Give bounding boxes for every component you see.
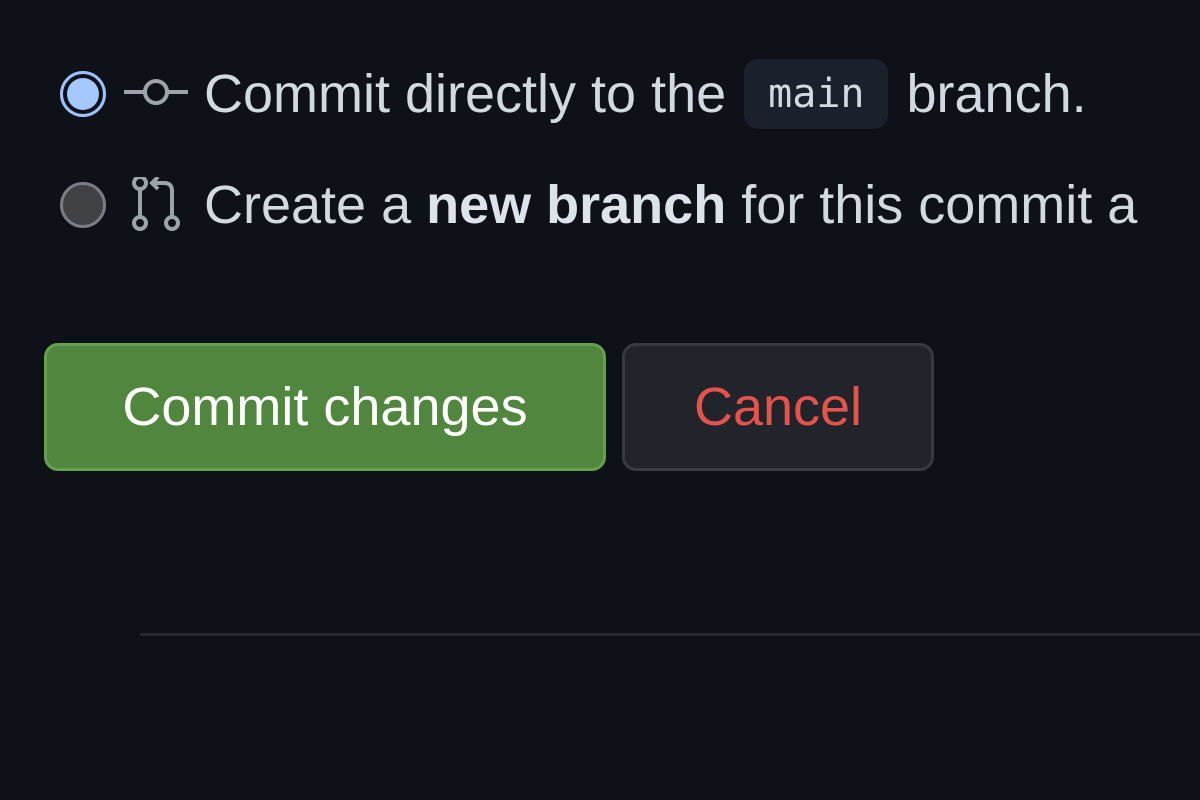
git-commit-icon <box>124 66 188 122</box>
new-branch-text-bold: new branch <box>426 175 727 235</box>
commit-direct-text-before: Commit directly to the <box>204 64 727 124</box>
commit-direct-radio[interactable] <box>60 71 106 117</box>
commit-changes-button[interactable]: Commit changes <box>44 343 606 471</box>
commit-direct-option[interactable]: Commit directly to the main branch. <box>60 59 1087 129</box>
new-branch-radio[interactable] <box>60 182 106 228</box>
new-branch-text-before: Create a <box>204 175 412 235</box>
branch-name-badge: main <box>744 59 889 129</box>
commit-direct-text-after: branch. <box>906 64 1087 124</box>
new-branch-label: Create a new branch for this commit a <box>204 177 1137 233</box>
git-pull-request-icon <box>124 177 188 233</box>
divider <box>140 633 1200 636</box>
cancel-button[interactable]: Cancel <box>622 343 934 471</box>
commit-changes-panel: Commit directly to the main branch. Crea… <box>0 0 1200 800</box>
new-branch-option[interactable]: Create a new branch for this commit a <box>60 177 1137 233</box>
commit-direct-label: Commit directly to the main branch. <box>204 59 1087 129</box>
new-branch-text-after: for this commit a <box>741 175 1138 235</box>
radio-selected-dot <box>67 78 99 110</box>
